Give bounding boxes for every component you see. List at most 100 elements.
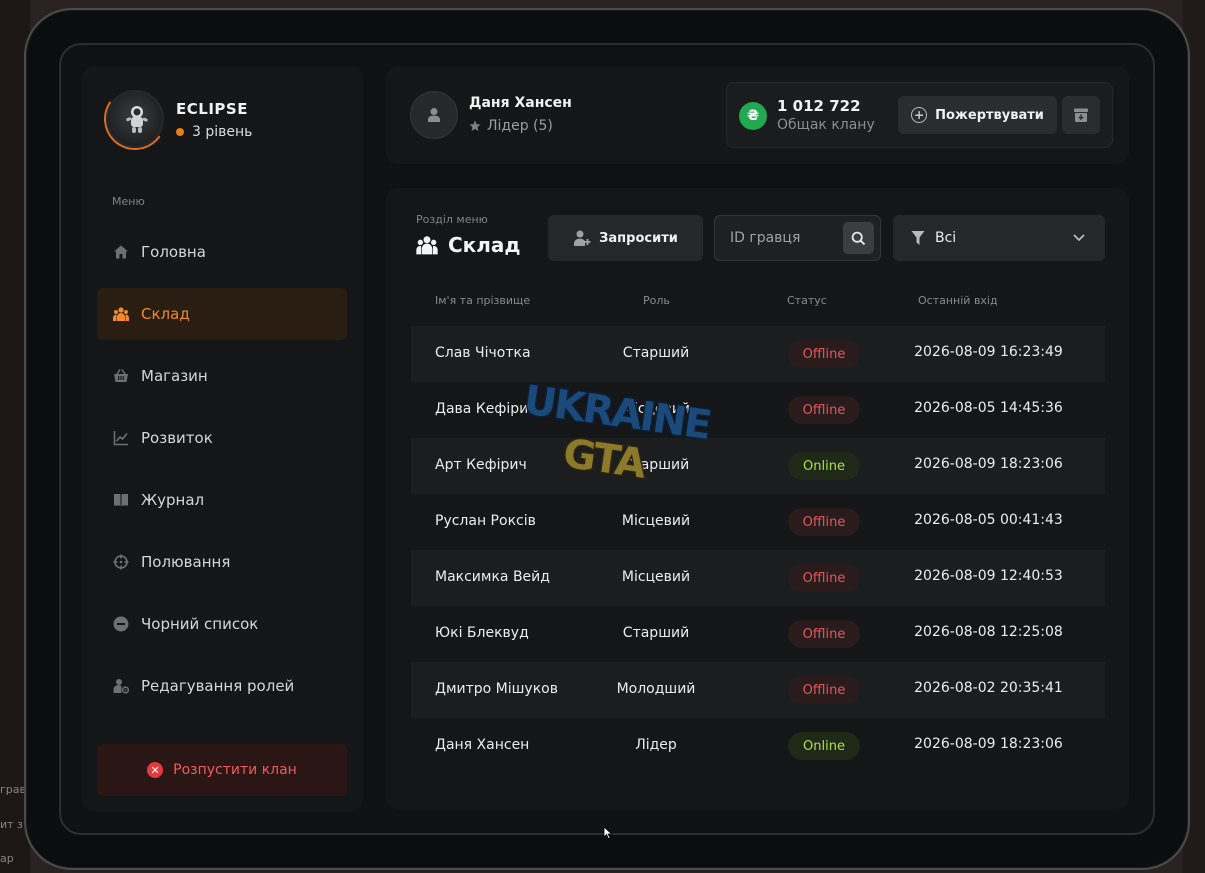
user-icon (428, 108, 440, 122)
clan-level: 3 рівень (176, 124, 252, 140)
filter-icon (911, 231, 925, 245)
archive-button[interactable] (1062, 96, 1100, 134)
sidebar-menu: Головна Склад Магазин Розвиток Журнал По… (97, 226, 347, 722)
hryvnia-coin-icon: ₴ (739, 102, 767, 130)
archive-icon (1074, 108, 1088, 122)
sidebar-item-label: Головна (141, 243, 206, 261)
sidebar-item-label: Магазин (141, 367, 208, 385)
status-badge: Offline (788, 620, 860, 648)
table-row[interactable]: Руслан Роксів Місцевий Offline 2026-08-05 0… (411, 494, 1105, 550)
member-role: Місцевий (621, 569, 691, 585)
status-badge: Offline (788, 564, 860, 592)
table-row[interactable]: Арт Кефірич Старший Online 2026-08-09 18:23… (411, 438, 1105, 494)
status-badge: Online (788, 732, 860, 760)
search-input[interactable] (715, 216, 841, 260)
chart-icon (113, 430, 129, 446)
close-circle-icon: ✕ (147, 762, 164, 778)
member-name: Дава Кефірич (435, 401, 537, 417)
table-row[interactable]: Дава Кефірич Місцевий Offline 2026-08-05 14… (411, 382, 1105, 438)
column-status: Статус (787, 294, 827, 307)
level-dot-icon (176, 128, 184, 136)
home-icon (113, 244, 129, 260)
disband-clan-button[interactable]: ✕ Розпустити клан (97, 744, 347, 796)
member-name: Арт Кефірич (435, 457, 527, 473)
sidebar-item-label: Полювання (141, 553, 231, 571)
status-badge: Offline (788, 396, 860, 424)
invite-button[interactable]: Запросити (548, 215, 703, 261)
search-icon (851, 231, 866, 245)
sidebar-item-home[interactable]: Головна (97, 226, 347, 278)
user-gear-icon (113, 678, 129, 694)
bank-label: Общак клану (777, 117, 875, 133)
member-last-login: 2026-08-05 00:41:43 (914, 512, 1063, 528)
status-badge: Online (788, 452, 860, 480)
member-name: Даня Хансен (435, 737, 530, 753)
member-last-login: 2026-08-02 20:35:41 (914, 680, 1063, 696)
member-role: Місцевий (621, 513, 691, 529)
sidebar-item-journal[interactable]: Журнал (97, 474, 347, 526)
clan-name: ECLIPSE (176, 100, 248, 118)
member-last-login: 2026-08-09 18:23:06 (914, 736, 1063, 752)
astronaut-icon (126, 106, 148, 133)
background-text: ар (0, 852, 14, 865)
table-header: Ім'я та прізвище Роль Статус Останній вх… (411, 294, 1105, 310)
user-avatar (410, 91, 458, 139)
users-icon (113, 306, 129, 322)
member-role: Старший (622, 625, 690, 641)
sidebar-item-roles[interactable]: Редагування ролей (97, 660, 347, 712)
section-caption: Розділ меню (416, 213, 488, 226)
users-icon (416, 236, 438, 255)
section-title-text: Склад (448, 233, 521, 257)
role-filter-dropdown[interactable]: Всі (893, 215, 1105, 261)
clan-avatar (106, 90, 164, 148)
chevron-down-icon (1073, 234, 1085, 242)
player-search (714, 215, 881, 261)
search-button[interactable] (843, 222, 874, 254)
member-role: Старший (622, 457, 690, 473)
table-row[interactable]: Дмитро Мішуков Молодший Offline 2026-08-02 … (411, 662, 1105, 718)
sidebar: ECLIPSE 3 рівень Меню Головна Склад Мага… (82, 66, 363, 811)
user-role-text: Лідер (5) (487, 118, 553, 134)
column-name: Ім'я та прізвище (435, 294, 531, 307)
member-last-login: 2026-08-09 16:23:49 (914, 344, 1063, 360)
table-row[interactable]: Максимка Вейд Місцевий Offline 2026-08-09 1… (411, 550, 1105, 606)
user-plus-icon (574, 230, 591, 246)
disband-clan-label: Розпустити клан (173, 762, 297, 778)
table-row[interactable]: Юкі Блеквуд Старший Offline 2026-08-08 12:2… (411, 606, 1105, 662)
members-table: Слав Чічотка Старший Offline 2026-08-09 16:… (411, 326, 1105, 774)
member-last-login: 2026-08-09 18:23:06 (914, 456, 1063, 472)
sidebar-item-blacklist[interactable]: Чорний список (97, 598, 347, 650)
member-name: Юкі Блеквуд (435, 625, 529, 641)
menu-caption: Меню (112, 195, 145, 208)
sidebar-item-shop[interactable]: Магазин (97, 350, 347, 402)
minus-circle-icon (113, 616, 129, 632)
sidebar-item-label: Чорний список (141, 615, 259, 633)
member-name: Дмитро Мішуков (435, 681, 558, 697)
user-name: Даня Хансен (469, 95, 572, 111)
member-last-login: 2026-08-05 14:45:36 (914, 400, 1063, 416)
sidebar-item-label: Склад (141, 305, 190, 323)
sidebar-item-label: Журнал (141, 491, 205, 509)
bank-amount: 1 012 722 (777, 97, 861, 115)
donate-button[interactable]: + Пожертвувати (898, 96, 1057, 134)
table-row[interactable]: Даня Хансен Лідер Online 2026-08-09 18:23:0… (411, 718, 1105, 774)
sidebar-item-development[interactable]: Розвиток (97, 412, 347, 464)
clan-level-text: 3 рівень (192, 124, 253, 140)
clan-bank: ₴ 1 012 722 Общак клану + Пожертвувати (726, 82, 1113, 148)
sidebar-item-label: Редагування ролей (141, 677, 295, 695)
sidebar-item-hunting[interactable]: Полювання (97, 536, 347, 588)
background-text: грав (0, 783, 26, 796)
user-role: Лідер (5) (469, 118, 553, 134)
table-row[interactable]: Слав Чічотка Старший Offline 2026-08-09 16:… (411, 326, 1105, 382)
sidebar-item-storage[interactable]: Склад (97, 288, 347, 340)
mouse-cursor-icon (603, 826, 613, 840)
crosshair-icon (113, 554, 129, 570)
member-role: Місцевий (621, 401, 691, 417)
column-role: Роль (643, 294, 670, 307)
plus-circle-icon: + (911, 107, 928, 123)
members-panel: Розділ меню Склад Запросити Всі Ім'я та … (386, 188, 1129, 809)
basket-icon (113, 368, 129, 384)
member-name: Слав Чічотка (435, 345, 531, 361)
background-text: ит з (0, 818, 23, 831)
status-badge: Offline (788, 508, 860, 536)
